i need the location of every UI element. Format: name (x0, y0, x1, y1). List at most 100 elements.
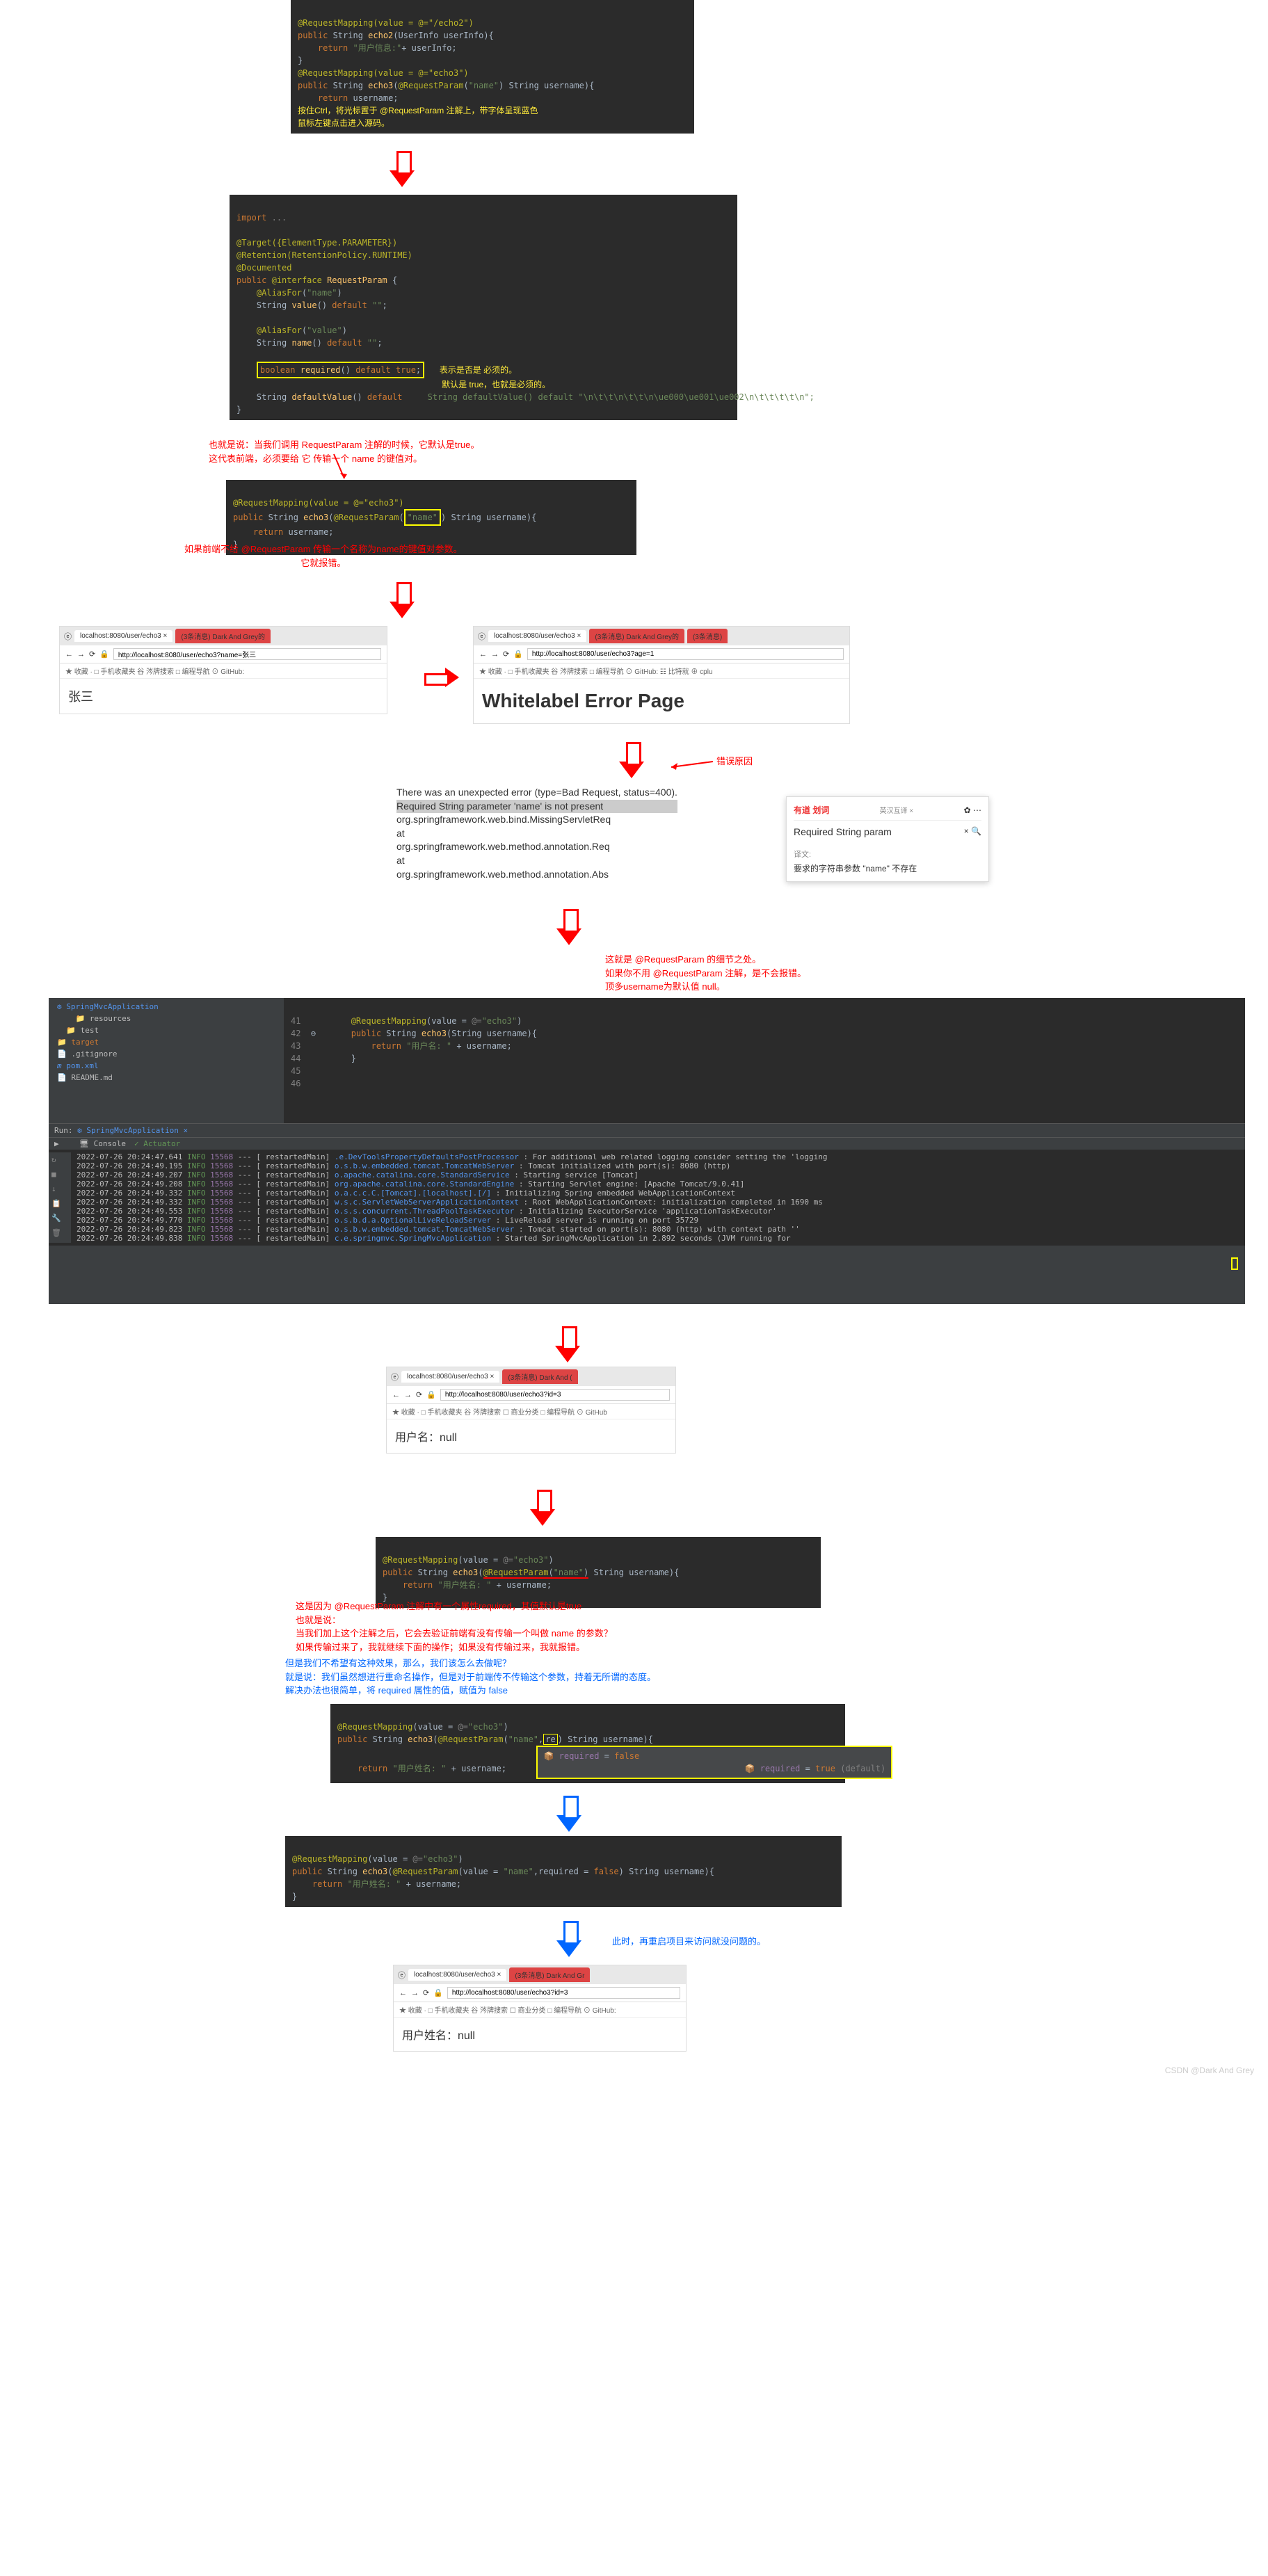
tree-item[interactable]: 📁 test (51, 1024, 281, 1036)
error-line-highlight: Required String parameter 'name' is not … (396, 800, 677, 814)
nav-back-icon[interactable]: ← (65, 650, 73, 659)
browser-tab[interactable]: localhost:8080/user/echo3 × (408, 1969, 506, 1981)
browser-addressbar: ← → ⟳ 🔒 (60, 645, 387, 663)
dict-brand: 有道 划词 (794, 804, 829, 816)
browser-tab[interactable]: (3条消息) Dark And Grey的 (175, 629, 271, 643)
browser-tab[interactable]: localhost:8080/user/echo3 × (488, 630, 586, 642)
gutter-icons: ↻■↓📋🔧🗑 (49, 1152, 71, 1243)
edge-icon: ⓔ (391, 1371, 399, 1383)
browser-tab[interactable]: localhost:8080/user/echo3 × (401, 1371, 499, 1383)
nav-forward-icon[interactable]: → (404, 1391, 412, 1399)
tree-item[interactable]: 📁 target (51, 1036, 281, 1048)
text-line: 如果你不用 @RequestParam 注解，是不会报错。 (605, 967, 806, 981)
url-input[interactable] (113, 648, 381, 660)
error-line: at (396, 854, 677, 868)
refresh-icon[interactable]: ⟳ (423, 1988, 429, 1997)
explanation-text: 这就是 @RequestParam 的细节之处。 如果你不用 @RequestP… (605, 953, 806, 994)
page-content: 张三 (60, 679, 387, 714)
explanation-text: 但是我们不希望有这种效果，那么，我们该怎么去做呢？ 就是说：我们虽然想进行重命名… (285, 1657, 656, 1698)
refresh-icon[interactable]: ⟳ (89, 650, 95, 659)
annotation-note: 按住Ctrl，将光标置于 @RequestParam 注解上，带字体呈现蓝色 (298, 106, 538, 115)
nav-back-icon[interactable]: ← (399, 1989, 407, 1997)
actuator-tab[interactable]: ✓ Actuator (134, 1139, 180, 1148)
url-input[interactable] (440, 1389, 670, 1401)
text-line: 顶多username为默认值 null。 (605, 980, 806, 994)
code-line: @RequestMapping(value = @="echo3") (298, 68, 469, 78)
run-tab[interactable]: ⚙ SpringMvcApplication × (77, 1126, 188, 1135)
text-line: 就是说：我们虽然想进行重命名操作，但是对于前端传不传输这个参数，持着无所谓的态度… (285, 1671, 656, 1684)
tree-item[interactable]: 📄 .gitignore (51, 1048, 281, 1060)
bookmarks-bar: ★ 收藏 · □ 手机收藏夹 谷 涔牌搜索 □ 编程导航 ⊙ GitHub: (60, 663, 387, 679)
error-line: org.springframework.web.bind.MissingServ… (396, 813, 677, 827)
log-line: 2022-07-26 20:24:49.332 INFO 15568 --- [… (71, 1198, 1245, 1207)
nav-forward-icon[interactable]: → (491, 650, 499, 659)
url-input[interactable] (447, 1987, 680, 1999)
tree-item[interactable]: 📁 resources (51, 1013, 281, 1024)
browser-tab[interactable]: (3条消息) Dark And ( (502, 1369, 577, 1384)
browser-tab[interactable]: (3条消息) Dark And Grey的 (589, 629, 684, 643)
tree-item[interactable]: m pom.xml (51, 1060, 281, 1072)
code-snippet-7: @RequestMapping(value = @="echo3") publi… (285, 1836, 842, 1907)
nav-forward-icon[interactable]: → (77, 650, 85, 659)
error-line: at (396, 827, 677, 841)
browser-addressbar: ← → ⟳ 🔒 (387, 1386, 675, 1404)
edge-icon: ⓔ (478, 631, 485, 642)
arrow-down-icon (556, 928, 581, 945)
arrow-down-icon (390, 602, 415, 618)
browser-tab[interactable]: (3条消息) (687, 629, 728, 643)
arrow-down-icon (556, 1815, 581, 1832)
tree-item[interactable]: 📄 README.md (51, 1072, 281, 1084)
url-input[interactable] (527, 648, 844, 660)
explanation-text: 这是因为 @RequestParam 注解中有一个属性required，其值默认… (296, 1600, 613, 1654)
close-icon[interactable]: × 🔍 (964, 826, 981, 837)
arrow-label-icon (668, 755, 716, 772)
arrow-down-icon (530, 1509, 555, 1526)
code-line: @Documented (236, 263, 291, 273)
browser-tabs: ⓔ localhost:8080/user/echo3 × (3条消息) Dar… (394, 1965, 686, 1984)
lock-icon: 🔒 (99, 650, 109, 659)
rerun-icon[interactable]: ↻ (51, 1155, 68, 1164)
text-line: 它就报错。 (184, 556, 463, 570)
lock-icon: 🔒 (426, 1390, 436, 1399)
browser-tab[interactable]: (3条消息) Dark And Gr (509, 1967, 590, 1982)
edge-icon: ⓔ (64, 631, 72, 642)
toolbar-icons[interactable]: ▶ (54, 1139, 71, 1148)
code-line: String defaultValue() default "\n\t\t\n\… (408, 392, 814, 402)
lock-icon: 🔒 (513, 650, 523, 659)
browser-tab[interactable]: localhost:8080/user/echo3 × (74, 630, 172, 642)
text-line: 如果传输过来了，我就继续下面的操作；如果没有传输过来，我就报错。 (296, 1641, 613, 1655)
nav-forward-icon[interactable]: → (411, 1989, 419, 1997)
console-toolbar: ▶ 🖥 Console ✓ Actuator (49, 1137, 1245, 1150)
text-line: 这就是 @RequestParam 的细节之处。 (605, 953, 806, 967)
nav-back-icon[interactable]: ← (392, 1391, 400, 1399)
highlight-box (1231, 1257, 1238, 1270)
arrow-down-icon (555, 1346, 580, 1362)
refresh-icon[interactable]: ⟳ (416, 1390, 422, 1399)
browser-window-1: ⓔ localhost:8080/user/echo3 × (3条消息) Dar… (59, 626, 387, 714)
text-line: 也就是说：当我们调用 RequestParam 注解的时候，它默认是true。 (209, 438, 479, 452)
lock-icon: 🔒 (433, 1988, 443, 1997)
arrow-down-icon (390, 170, 415, 187)
tree-item[interactable]: ⚙ SpringMvcApplication (51, 1001, 281, 1013)
text-line: 但是我们不希望有这种效果，那么，我们该怎么去做呢？ (285, 1657, 656, 1671)
browser-tabs: ⓔ localhost:8080/user/echo3 × (3条消息) Dar… (474, 627, 849, 645)
settings-icon[interactable]: ✿ ⋯ (964, 805, 981, 815)
browser-tabs: ⓔ localhost:8080/user/echo3 × (3条消息) Dar… (60, 627, 387, 645)
text-line: 解决办法也很简单，将 required 属性的值，赋值为 false (285, 1684, 656, 1698)
error-trace: There was an unexpected error (type=Bad … (396, 786, 677, 881)
text-line: 当我们加上这个注解之后，它会去验证前端有没有传输一个叫做 name 的参数？ (296, 1627, 613, 1641)
console-output: ↻■↓📋🔧🗑 2022-07-26 20:24:47.641 INFO 1556… (49, 1150, 1245, 1246)
log-line: 2022-07-26 20:24:49.195 INFO 15568 --- [… (71, 1161, 1245, 1170)
bookmarks-bar: ★ 收藏 · □ 手机收藏夹 谷 涔牌搜索 □ 编程导航 ⊙ GitHub: ☷… (474, 663, 849, 679)
page-content: Whitelabel Error Page (474, 679, 849, 723)
log-line: 2022-07-26 20:24:49.208 INFO 15568 --- [… (71, 1180, 1245, 1189)
stop-icon[interactable]: ■ (51, 1170, 68, 1179)
refresh-icon[interactable]: ⟳ (503, 650, 509, 659)
log-line: 2022-07-26 20:24:49.332 INFO 15568 --- [… (71, 1189, 1245, 1198)
browser-addressbar: ← → ⟳ 🔒 (394, 1984, 686, 2002)
nav-back-icon[interactable]: ← (479, 650, 487, 659)
log-line: 2022-07-26 20:24:49.838 INFO 15568 --- [… (71, 1234, 1245, 1243)
project-tree: ⚙ SpringMvcApplication 📁 resources 📁 tes… (49, 998, 284, 1123)
ide-window: ⚙ SpringMvcApplication 📁 resources 📁 tes… (49, 998, 1245, 1304)
console-tab[interactable]: 🖥 Console (79, 1139, 126, 1148)
